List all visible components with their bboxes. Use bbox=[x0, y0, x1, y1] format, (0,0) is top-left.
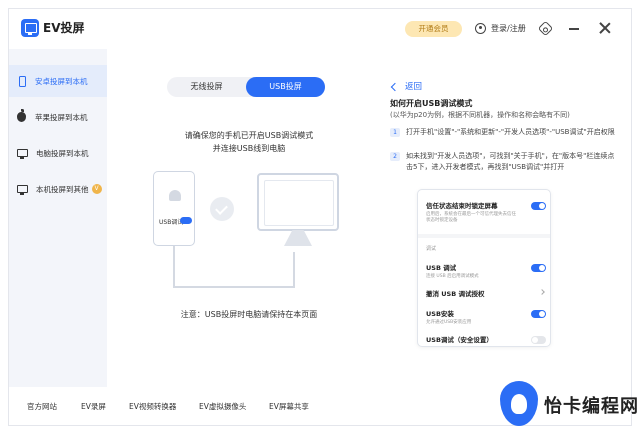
monitor-icon bbox=[17, 185, 28, 195]
footer-link-website[interactable]: 官方网站 bbox=[27, 401, 57, 412]
setting-row: 信任状态结束时锁定屏幕 启用后，系统会在最后一个可信代理失去信任状态时锁定设备 bbox=[426, 200, 546, 224]
help-step: 2 如未找到"开发人员选项"，可找到"关于手机"，在"版本号"栏连续点击5下，进… bbox=[390, 151, 620, 173]
setting-desc: 启用后，系统会在最后一个可信代理失去信任状态时锁定设备 bbox=[426, 212, 516, 223]
monitor-illustration bbox=[257, 173, 339, 231]
sidebar-item-label: 苹果投屏到本机 bbox=[35, 112, 88, 122]
phone-illustration: USB调试 bbox=[153, 171, 195, 246]
monitor-icon bbox=[17, 149, 28, 159]
usb-cable bbox=[173, 246, 175, 286]
setting-title: 信任状态结束时锁定屏幕 bbox=[426, 202, 498, 210]
step-text: 打开手机"设置"-"系统和更新"-"开发人员选项"-"USB调试"开启权限 bbox=[406, 128, 615, 136]
toggle-illustration bbox=[180, 217, 192, 224]
watermark-text: 怡卡编程网 bbox=[544, 396, 639, 417]
usb-cable bbox=[173, 286, 295, 288]
help-title: 如何开启USB调试模式 bbox=[390, 99, 473, 108]
usb-cable bbox=[293, 252, 295, 287]
apple-icon bbox=[17, 109, 26, 122]
instruction-line: 并连接USB线到电脑 bbox=[212, 144, 286, 153]
setting-desc: 连接 USB 后启用调试模式 bbox=[426, 274, 479, 279]
back-link[interactable]: 返回 bbox=[405, 80, 422, 92]
setting-title: USB调试（安全设置） bbox=[426, 336, 493, 344]
sidebar-item-cast-out[interactable]: 本机投屏到其他 V bbox=[9, 173, 107, 205]
settings-icon[interactable] bbox=[537, 20, 554, 37]
app-logo-icon bbox=[21, 19, 39, 37]
settings-screenshot: 信任状态结束时锁定屏幕 启用后，系统会在最后一个可信代理失去信任状态时锁定设备 … bbox=[417, 189, 551, 347]
toggle-switch bbox=[531, 202, 546, 210]
phone-icon bbox=[19, 75, 26, 87]
setting-row: USB调试（安全设置） bbox=[426, 334, 546, 344]
monitor-stand bbox=[284, 230, 312, 246]
setting-title: USB安装 bbox=[426, 310, 454, 318]
step-number: 2 bbox=[390, 152, 400, 161]
sidebar: 安卓投屏到本机 苹果投屏到本机 电脑投屏到本机 本机投屏到其他 V bbox=[9, 49, 107, 387]
app-title: EV投屏 bbox=[43, 21, 85, 35]
toggle-switch bbox=[531, 264, 546, 272]
footer-link-ev-camera[interactable]: EV虚拟摄像头 bbox=[199, 401, 246, 412]
minimize-icon[interactable] bbox=[569, 28, 579, 30]
setting-title: 撤消 USB 调试授权 bbox=[426, 290, 485, 298]
setting-row: 撤消 USB 调试授权 bbox=[426, 288, 546, 298]
sidebar-item-label: 电脑投屏到本机 bbox=[36, 148, 89, 158]
vip-badge: V bbox=[91, 184, 102, 194]
sidebar-item-android[interactable]: 安卓投屏到本机 bbox=[9, 65, 107, 97]
footer-link-ev-share[interactable]: EV屏幕共享 bbox=[269, 401, 309, 412]
usb-note: 注意：USB投屏时电脑请保持在本页面 bbox=[180, 310, 318, 319]
title-bar: EV投屏 开通会员 登录/注册 bbox=[9, 9, 631, 49]
step-text: 如未找到"开发人员选项"，可找到"关于手机"，在"版本号"栏连续点击5下，进入开… bbox=[406, 152, 615, 171]
tab-usb[interactable]: USB投屏 bbox=[246, 77, 325, 97]
help-step: 1 打开手机"设置"-"系统和更新"-"开发人员选项"-"USB调试"开启权限 bbox=[390, 127, 620, 138]
setting-row: USB安装 允许通过USB安装应用 bbox=[426, 308, 546, 326]
user-icon[interactable] bbox=[475, 23, 486, 34]
login-register-link[interactable]: 登录/注册 bbox=[491, 23, 526, 34]
vip-button[interactable]: 开通会员 bbox=[405, 21, 462, 37]
section-label: 调试 bbox=[426, 246, 437, 252]
sidebar-item-pc[interactable]: 电脑投屏到本机 bbox=[9, 137, 107, 169]
footer-link-ev-recorder[interactable]: EV录屏 bbox=[81, 401, 106, 412]
check-icon bbox=[210, 197, 234, 221]
android-icon bbox=[169, 190, 181, 201]
app-window: EV投屏 开通会员 登录/注册 安卓投屏到本机 苹果投屏到本机 电脑投屏到本机 … bbox=[8, 8, 632, 426]
footer-link-ev-converter[interactable]: EV视频转换器 bbox=[129, 401, 176, 412]
sidebar-item-apple[interactable]: 苹果投屏到本机 bbox=[9, 101, 107, 133]
divider bbox=[418, 234, 550, 238]
toggle-switch bbox=[531, 310, 546, 318]
setting-title: USB 调试 bbox=[426, 264, 457, 272]
setting-desc: 允许通过USB安装应用 bbox=[426, 320, 472, 325]
mode-tabs: 无线投屏 USB投屏 bbox=[167, 77, 325, 97]
back-chevron-icon[interactable] bbox=[390, 82, 400, 92]
tab-wireless[interactable]: 无线投屏 bbox=[167, 77, 246, 97]
sidebar-item-label: 安卓投屏到本机 bbox=[35, 76, 88, 86]
close-icon[interactable] bbox=[599, 22, 611, 34]
sidebar-item-label: 本机投屏到其他 bbox=[36, 184, 89, 194]
step-number: 1 bbox=[390, 128, 400, 137]
help-subtitle: (以华为p20为例，根据不同机器，操作和名称会略有不同) bbox=[390, 111, 570, 119]
toggle-switch bbox=[531, 336, 546, 344]
usb-instruction: 请确保您的手机已开启USB调试模式 并连接USB线到电脑 bbox=[169, 129, 329, 155]
setting-row: USB 调试 连接 USB 后启用调试模式 bbox=[426, 262, 546, 280]
instruction-line: 请确保您的手机已开启USB调试模式 bbox=[184, 131, 314, 140]
